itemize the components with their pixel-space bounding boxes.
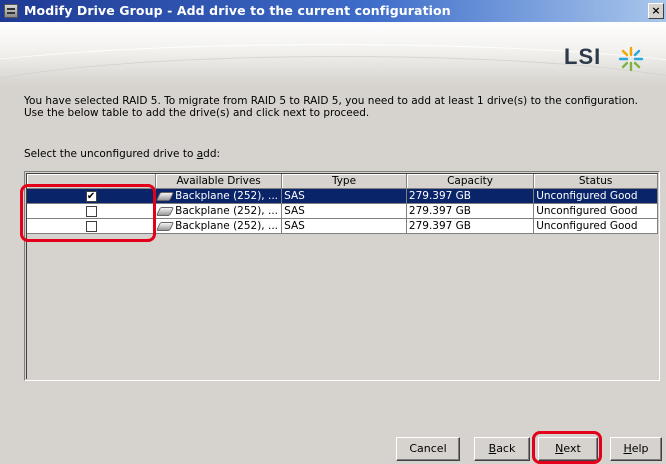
drive-cell: Backplane (252), ... [155, 218, 283, 234]
type-cell: SAS [281, 203, 407, 219]
close-button[interactable]: × [648, 3, 664, 19]
drive-label: Backplane (252), ... [175, 205, 278, 217]
highlight-next-button [532, 431, 602, 464]
status-cell: Unconfigured Good [533, 188, 658, 204]
type-cell: SAS [281, 218, 407, 234]
access-key: B [488, 442, 497, 455]
column-header-type[interactable]: Type [281, 174, 407, 189]
status-cell: Unconfigured Good [533, 218, 658, 234]
lsi-logo: LSI [564, 44, 602, 69]
capacity-cell: 279.397 GB [406, 218, 535, 234]
intro-line: You have selected RAID 5. To migrate fro… [24, 95, 639, 107]
drive-label: Backplane (252), ... [175, 190, 278, 202]
type-cell: SAS [281, 188, 407, 204]
select-drive-label: Select the unconfigured drive to add: [24, 148, 221, 160]
capacity-cell: 279.397 GB [406, 188, 535, 204]
drive-cell: Backplane (252), ... [155, 203, 283, 219]
app-icon [4, 4, 18, 18]
lsi-star-icon [618, 46, 644, 72]
status-cell: Unconfigured Good [533, 203, 658, 219]
column-header-capacity[interactable]: Capacity [406, 174, 535, 189]
cancel-button[interactable]: Cancel [396, 437, 460, 461]
capacity-cell: 279.397 GB [406, 203, 535, 219]
column-header-available-drives[interactable]: Available Drives [155, 174, 283, 189]
intro-line: Use the below table to add the drive(s) … [24, 107, 370, 119]
column-header-status[interactable]: Status [533, 174, 658, 189]
drive-label: Backplane (252), ... [175, 220, 278, 232]
access-key: H [623, 442, 632, 455]
hard-drive-icon [156, 206, 175, 216]
help-button[interactable]: Help [610, 437, 662, 461]
highlight-checkboxes [20, 184, 156, 242]
hard-drive-icon [156, 221, 175, 231]
hard-drive-icon [156, 191, 175, 201]
access-key: a [196, 148, 204, 160]
banner: LSI [0, 22, 666, 86]
title-bar: Modify Drive Group - Add drive to the cu… [0, 0, 666, 22]
drive-cell: Backplane (252), ... [155, 188, 283, 204]
intro-text: You have selected RAID 5. To migrate fro… [24, 95, 638, 119]
window-title: Modify Drive Group - Add drive to the cu… [24, 3, 451, 18]
back-button[interactable]: Back [474, 437, 530, 461]
